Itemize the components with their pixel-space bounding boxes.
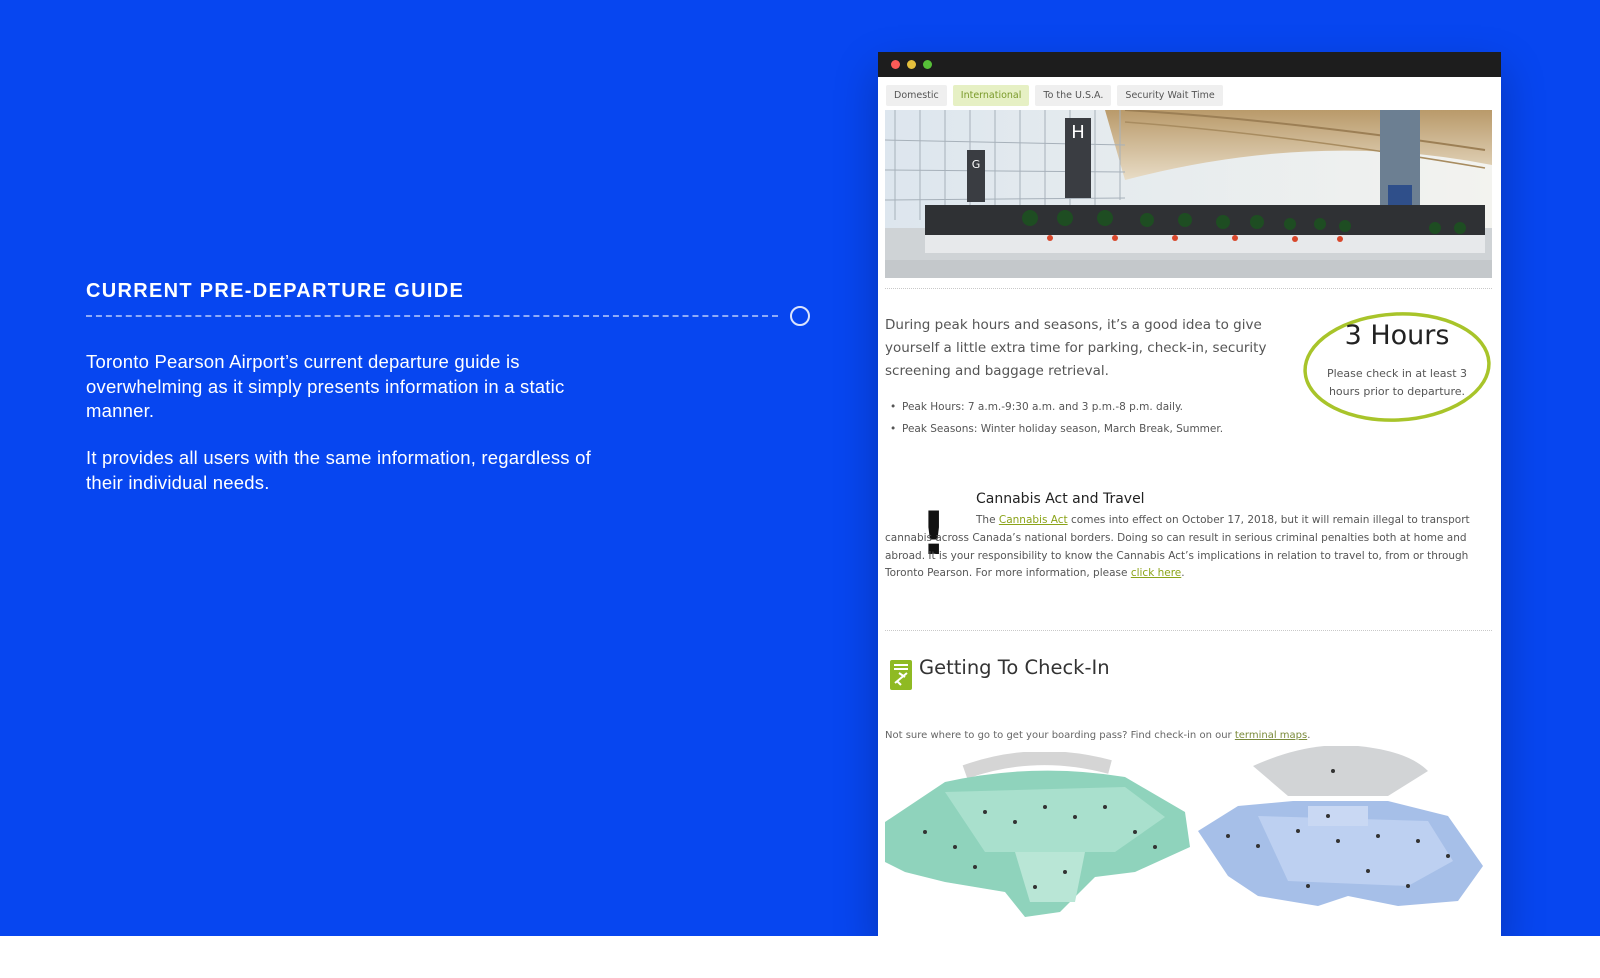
checkin-note: Not sure where to go to get your boardin… [885, 730, 1311, 741]
guide-tabs: Domestic International To the U.S.A. Sec… [886, 85, 1223, 106]
section-heading: CURRENT PRE-DEPARTURE GUIDE [86, 280, 465, 302]
browser-titlebar [878, 52, 1501, 77]
click-here-link[interactable]: click here [1131, 567, 1181, 579]
terminal-photo: H G [885, 110, 1492, 278]
connector-circle [790, 306, 810, 326]
tab-security-wait-time[interactable]: Security Wait Time [1117, 85, 1223, 106]
terminal-3-map[interactable] [1198, 746, 1483, 916]
svg-text:H: H [1071, 122, 1085, 143]
description-paragraph-1: Toronto Pearson Airport’s current depart… [86, 351, 565, 421]
description-paragraph-2: It provides all users with the same info… [86, 447, 591, 493]
hours-subtitle: Please check in at least 3 hours prior t… [1326, 367, 1468, 398]
dashed-connector [86, 315, 778, 317]
close-dot[interactable] [891, 60, 900, 69]
divider [885, 630, 1492, 631]
tab-domestic[interactable]: Domestic [886, 85, 947, 106]
peak-travel-text: During peak hours and seasons, it’s a go… [885, 317, 1267, 379]
terminal-1-map[interactable] [885, 752, 1190, 922]
maximize-dot[interactable] [923, 60, 932, 69]
checkin-title: Getting To Check-In [919, 656, 1110, 679]
minimize-dot[interactable] [907, 60, 916, 69]
hours-title: 3 Hours [1344, 320, 1450, 351]
boarding-pass-icon [890, 660, 912, 690]
list-item: Peak Hours: 7 a.m.-9:30 a.m. and 3 p.m.-… [885, 401, 1223, 413]
cannabis-title: Cannabis Act and Travel [976, 491, 1145, 507]
cannabis-body: The Cannabis Act comes into effect on Oc… [885, 514, 1470, 580]
list-item: Peak Seasons: Winter holiday season, Mar… [885, 423, 1223, 435]
footer-strip [0, 936, 1600, 978]
three-hours-callout: 3 Hours Please check in at least 3 hours… [1302, 310, 1492, 424]
terminal-maps-link[interactable]: terminal maps [1235, 730, 1307, 741]
svg-text:G: G [972, 158, 981, 171]
divider [885, 288, 1492, 289]
peak-bullets: Peak Hours: 7 a.m.-9:30 a.m. and 3 p.m.-… [885, 401, 1223, 445]
browser-window: Domestic International To the U.S.A. Sec… [878, 52, 1501, 936]
tab-usa[interactable]: To the U.S.A. [1035, 85, 1112, 106]
cannabis-act-link[interactable]: Cannabis Act [999, 514, 1068, 526]
tab-international[interactable]: International [952, 85, 1030, 106]
